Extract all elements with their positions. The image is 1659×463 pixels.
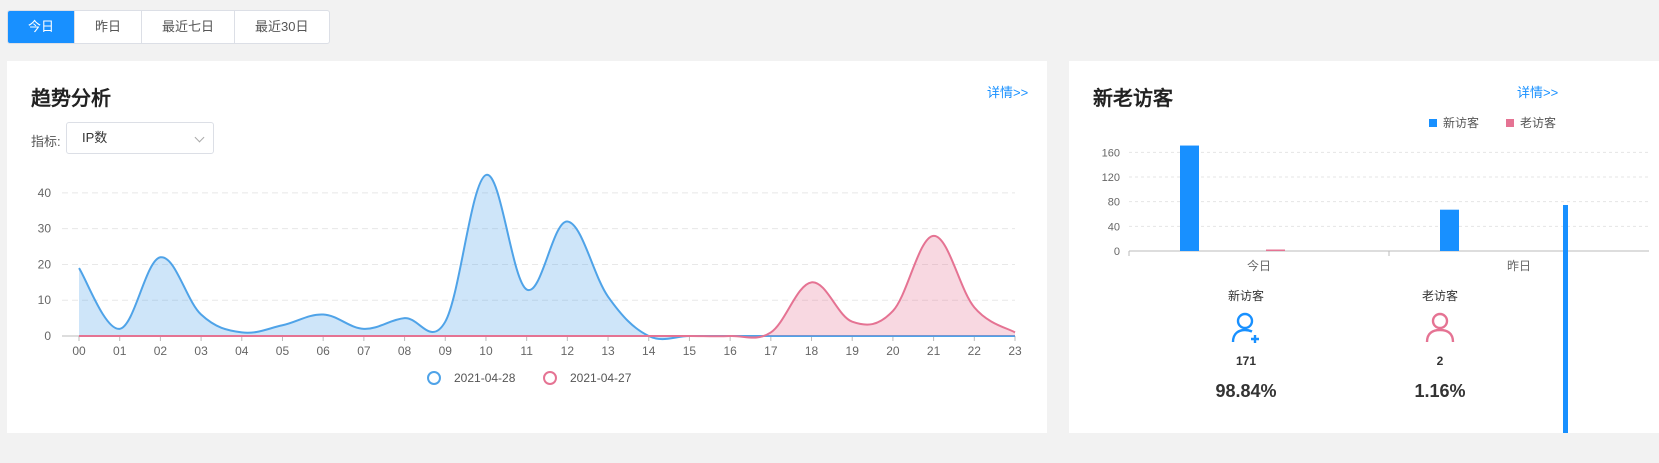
new-visitor-percent: 98.84% — [1215, 381, 1277, 401]
y-tick-label: 40 — [1108, 221, 1120, 233]
legend-label: 老访客 — [1520, 115, 1556, 130]
legend-marker — [1429, 119, 1437, 127]
legend-marker — [543, 371, 557, 385]
x-tick-label: 16 — [723, 344, 737, 358]
x-tick-label: 08 — [398, 344, 412, 358]
scrollbar-thumb[interactable] — [1563, 205, 1568, 433]
y-tick-label: 10 — [38, 293, 52, 307]
x-tick-label: 23 — [1008, 344, 1022, 358]
visitors-bar-chart: 0 40 80 120 160 今日 昨日 新访客 老访客 — [1102, 115, 1649, 273]
legend-label: 2021-04-28 — [454, 371, 516, 385]
x-tick-label: 13 — [601, 344, 615, 358]
new-visitor-label: 新访客 — [1227, 289, 1264, 303]
legend-label: 2021-04-27 — [570, 371, 632, 385]
y-tick-label: 160 — [1102, 147, 1120, 159]
x-tick-label: 22 — [968, 344, 982, 358]
tab-last-30-days[interactable]: 最近30日 — [234, 11, 328, 43]
x-tick-label: 昨日 — [1507, 259, 1531, 273]
x-tick-label: 12 — [561, 344, 575, 358]
x-tick-label: 00 — [72, 344, 86, 358]
y-tick-label: 80 — [1108, 197, 1120, 209]
x-tick-label: 05 — [276, 344, 290, 358]
x-tick-label: 11 — [520, 344, 533, 358]
x-tick-label: 04 — [235, 344, 249, 358]
x-tick-label: 17 — [764, 344, 778, 358]
bar-new — [1180, 145, 1199, 251]
x-tick-label: 06 — [316, 344, 330, 358]
trend-chart: 0 10 20 30 40 00 01 02 03 04 05 06 07 08 09 10 11 12 13 14 1… — [38, 174, 1022, 385]
tab-yesterday[interactable]: 昨日 — [74, 11, 141, 43]
x-tick-label: 20 — [886, 344, 900, 358]
y-tick-label: 120 — [1102, 172, 1120, 184]
y-tick-label: 0 — [44, 329, 51, 343]
trend-analysis-card: 趋势分析 详情>> 指标: IP数 0 10 20 30 40 00 01 02 03 04 05 0… — [7, 61, 1047, 433]
y-tick-label: 20 — [38, 257, 52, 271]
bar-old — [1266, 249, 1285, 251]
date-range-tabs: 今日 昨日 最近七日 最近30日 — [7, 10, 330, 44]
bar-new — [1440, 209, 1459, 251]
new-old-visitors-card: 新老访客 详情>> 0 40 80 120 160 今日 昨日 新访客 老访客 新访客 171 … — [1069, 61, 1659, 433]
x-tick-label: 15 — [683, 344, 697, 358]
x-tick-label: 10 — [479, 344, 493, 358]
old-visitor-label: 老访客 — [1421, 289, 1458, 303]
user-icon — [1425, 312, 1455, 343]
y-tick-label: 0 — [1114, 246, 1120, 258]
x-tick-label: 21 — [927, 344, 941, 358]
new-visitor-count: 171 — [1235, 354, 1257, 368]
legend-marker — [1506, 119, 1514, 127]
legend-label: 新访客 — [1443, 115, 1479, 130]
x-tick-label: 今日 — [1247, 258, 1271, 273]
legend-marker — [427, 371, 441, 385]
tab-today[interactable]: 今日 — [8, 11, 75, 43]
old-visitor-percent: 1.16% — [1414, 381, 1466, 401]
tab-last-7-days[interactable]: 最近七日 — [141, 11, 234, 43]
user-add-icon — [1231, 312, 1259, 343]
x-tick-label: 14 — [642, 344, 656, 358]
x-tick-label: 03 — [194, 344, 208, 358]
x-tick-label: 07 — [357, 344, 371, 358]
x-tick-label: 01 — [113, 344, 127, 358]
x-tick-label: 09 — [439, 344, 453, 358]
y-tick-label: 40 — [38, 186, 52, 200]
old-visitor-count: 2 — [1436, 354, 1444, 368]
x-tick-label: 18 — [805, 344, 819, 358]
x-tick-label: 19 — [846, 344, 860, 358]
y-tick-label: 30 — [38, 222, 52, 236]
x-tick-label: 02 — [154, 344, 168, 358]
